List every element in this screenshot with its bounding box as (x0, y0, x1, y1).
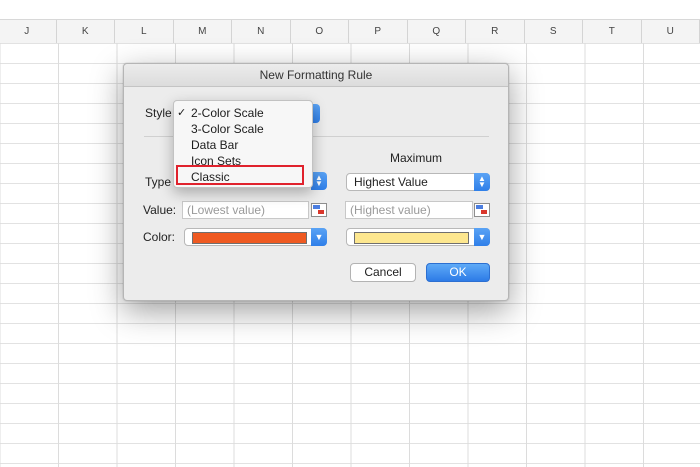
maximum-type-select[interactable]: Highest Value ▲ ▼ (346, 173, 490, 191)
ok-button[interactable]: OK (426, 263, 490, 282)
cancel-button[interactable]: Cancel (350, 263, 416, 282)
minimum-value-field[interactable]: (Lowest value) (182, 201, 309, 219)
maximum-color-swatch (354, 232, 469, 244)
maximum-type-value: Highest Value (354, 175, 428, 189)
minimum-type-select[interactable]: ▲ ▼ (311, 172, 329, 191)
column-header-q[interactable]: Q (408, 20, 466, 43)
menu-item-2-color-scale[interactable]: ✓ 2-Color Scale (174, 105, 312, 121)
menu-item-data-bar[interactable]: Data Bar (174, 137, 312, 153)
minimum-color-swatch (192, 232, 307, 244)
chevron-up-down-icon: ▲ ▼ (311, 172, 327, 190)
new-formatting-rule-dialog: New Formatting Rule Style ✓ 2-Color Scal… (123, 63, 509, 301)
range-select-icon[interactable] (474, 203, 490, 217)
highlight-box (176, 165, 304, 185)
style-label: Style (145, 106, 172, 120)
color-label: Color: (143, 230, 176, 244)
column-header-o[interactable]: O (291, 20, 349, 43)
column-header-s[interactable]: S (525, 20, 583, 43)
chevron-down-icon: ▼ (311, 228, 327, 246)
column-header-k[interactable]: K (57, 20, 115, 43)
checkmark-icon: ✓ (177, 107, 187, 119)
column-header-t[interactable]: T (583, 20, 642, 43)
type-label: Type (145, 175, 172, 189)
column-header-m[interactable]: M (174, 20, 232, 43)
column-header-r[interactable]: R (466, 20, 525, 43)
menu-item-label: 2-Color Scale (191, 106, 264, 120)
style-dropdown-menu: ✓ 2-Color Scale 3-Color Scale Data Bar I… (173, 100, 313, 188)
maximum-value-field[interactable]: (Highest value) (345, 201, 473, 219)
minimum-color-picker[interactable]: ▼ (184, 228, 327, 246)
chevron-up-down-icon: ▲ ▼ (474, 173, 490, 191)
dialog-title: New Formatting Rule (124, 64, 508, 87)
column-header-j[interactable]: J (0, 20, 57, 43)
column-header-n[interactable]: N (232, 20, 291, 43)
chevron-down-icon: ▼ (474, 228, 490, 246)
menu-item-label: 3-Color Scale (191, 122, 264, 136)
menu-item-label: Data Bar (191, 138, 239, 152)
column-header-u[interactable]: U (642, 20, 700, 43)
maximum-color-picker[interactable]: ▼ (346, 228, 490, 246)
value-label: Value: (143, 203, 177, 217)
range-select-icon[interactable] (311, 203, 327, 217)
column-header-l[interactable]: L (115, 20, 174, 43)
column-header-row: JKLMNOPQRSTU (0, 19, 700, 44)
menu-item-3-color-scale[interactable]: 3-Color Scale (174, 121, 312, 137)
column-header-p[interactable]: P (349, 20, 408, 43)
maximum-header: Maximum (390, 151, 443, 165)
